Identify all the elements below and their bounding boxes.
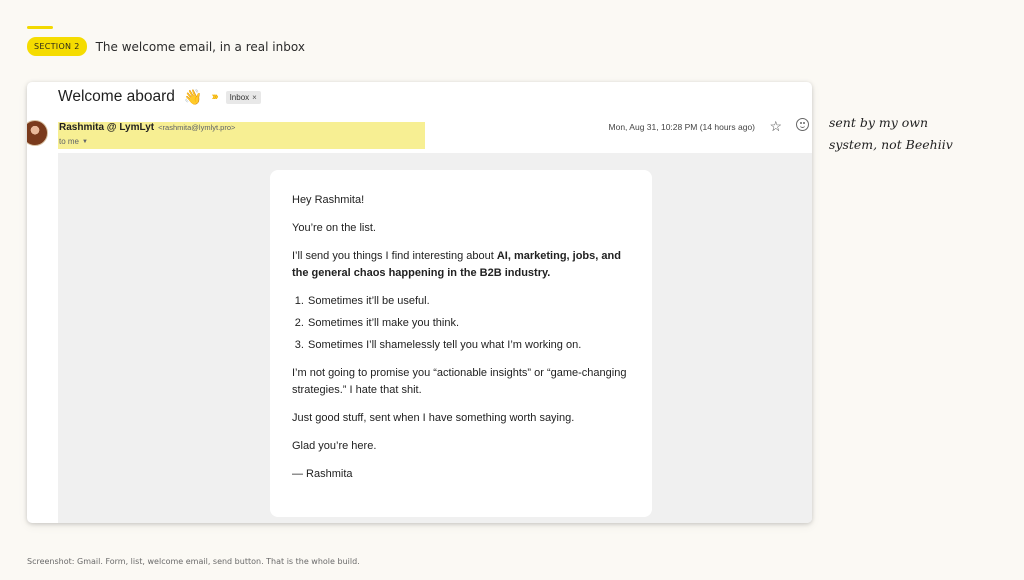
good-stuff-line: Just good stuff, sent when I have someth…	[292, 412, 575, 424]
email-body-card: Hey Rashmita! You’re on the list. I’ll s…	[270, 170, 652, 517]
email-timestamp: Mon, Aug 31, 10:28 PM (14 hours ago)	[608, 122, 755, 132]
recipient-details-toggle[interactable]: to me ▼	[59, 137, 235, 146]
to-me-label: to me	[59, 137, 80, 146]
section-title: The welcome email, in a real inbox	[95, 39, 305, 54]
sender-block: Rashmita @ LymLyt <rashmita@lymlyt.pro> …	[59, 122, 235, 146]
greeting: Hey Rashmita!	[292, 194, 365, 206]
emoji-reaction-icon[interactable]	[796, 118, 809, 131]
chevron-down-icon: ▼	[82, 138, 88, 145]
avatar[interactable]	[27, 120, 48, 146]
signoff: — Rashmita	[292, 468, 353, 480]
intro-paragraph: I’ll send you things I find interesting …	[292, 248, 630, 282]
glad-line: Glad you’re here.	[292, 440, 377, 452]
section-header: SECTION 2 The welcome email, in a real i…	[27, 37, 305, 56]
sender-email: <rashmita@lymlyt.pro>	[158, 123, 236, 132]
annotation-line-2: system, not Beehiiv	[829, 137, 953, 152]
list-item: Sometimes I’ll shamelessly tell you what…	[307, 337, 630, 354]
email-subject: Welcome aboard	[58, 88, 175, 105]
annotation-line-1: sent by my own	[829, 115, 929, 130]
importance-marker-icon[interactable]: ›››	[212, 91, 219, 103]
on-the-list-line: You’re on the list.	[292, 222, 376, 234]
sender-name[interactable]: Rashmita @ LymLyt	[59, 122, 154, 133]
close-icon[interactable]: ×	[252, 93, 257, 102]
subject-row: Welcome aboard 👋 ››› Inbox ×	[58, 88, 261, 106]
star-icon[interactable]: ☆	[769, 118, 782, 135]
email-body-background: Hey Rashmita! You’re on the list. I’ll s…	[58, 153, 812, 523]
expectations-list: Sometimes it’ll be useful. Sometimes it’…	[307, 293, 630, 354]
intro-plain: I’ll send you things I find interesting …	[292, 250, 497, 262]
wave-emoji-icon: 👋	[183, 89, 203, 106]
handwritten-annotation: sent by my own system, not Beehiiv	[829, 112, 999, 156]
section-badge: SECTION 2	[27, 37, 87, 56]
list-item: Sometimes it’ll make you think.	[307, 315, 630, 332]
gmail-email-view: Welcome aboard 👋 ››› Inbox × Rashmita @ …	[27, 82, 812, 523]
screenshot-caption: Screenshot: Gmail. Form, list, welcome e…	[27, 557, 360, 566]
inbox-label-text: Inbox	[229, 92, 250, 102]
accent-line	[27, 26, 53, 29]
inbox-label-chip[interactable]: Inbox ×	[225, 90, 261, 104]
promise-paragraph: I’m not going to promise you “actionable…	[292, 367, 627, 396]
list-item: Sometimes it’ll be useful.	[307, 293, 630, 310]
